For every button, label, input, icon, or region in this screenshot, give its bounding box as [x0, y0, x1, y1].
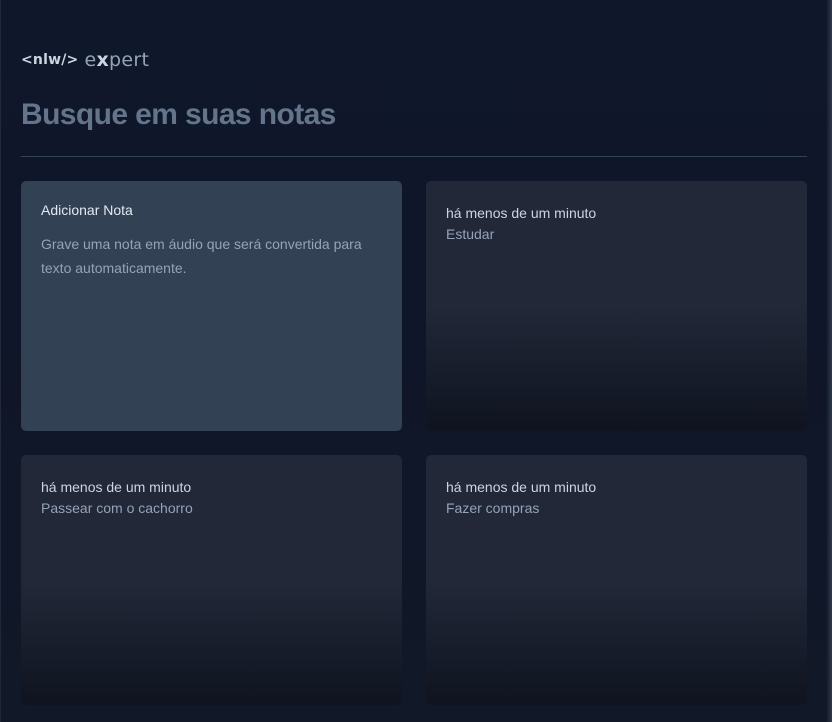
logo-nlw-text: <nlw/> [21, 52, 79, 68]
note-card[interactable]: há menos de um minuto Estudar [426, 181, 807, 431]
note-fade-overlay [426, 580, 807, 705]
note-content: Passear com o cachorro [41, 500, 193, 516]
note-card[interactable]: há menos de um minuto Fazer compras [426, 455, 807, 705]
logo-expert-suffix: pert [109, 49, 150, 71]
scrollbar-edge [826, 0, 832, 722]
add-note-card[interactable]: Adicionar Nota Grave uma nota em áudio q… [21, 181, 402, 431]
add-note-description: Grave uma nota em áudio que será convert… [41, 236, 362, 276]
search-input[interactable] [21, 94, 807, 136]
logo-x-mark: x [96, 49, 110, 71]
note-fade-overlay [21, 580, 402, 705]
logo-expert-text: expert [84, 49, 149, 71]
note-content: Estudar [446, 226, 495, 242]
add-note-title: Adicionar Nota [41, 202, 133, 218]
note-date: há menos de um minuto [446, 205, 597, 221]
note-date: há menos de um minuto [41, 479, 192, 495]
note-fade-overlay [426, 306, 807, 431]
logo-expert-prefix: e [84, 49, 97, 71]
note-card[interactable]: há menos de um minuto Passear com o cach… [21, 455, 402, 705]
nlw-expert-logo: <nlw/> expert [21, 49, 149, 71]
note-content: Fazer compras [446, 500, 540, 516]
note-date: há menos de um minuto [446, 479, 597, 495]
header-divider [21, 156, 807, 157]
